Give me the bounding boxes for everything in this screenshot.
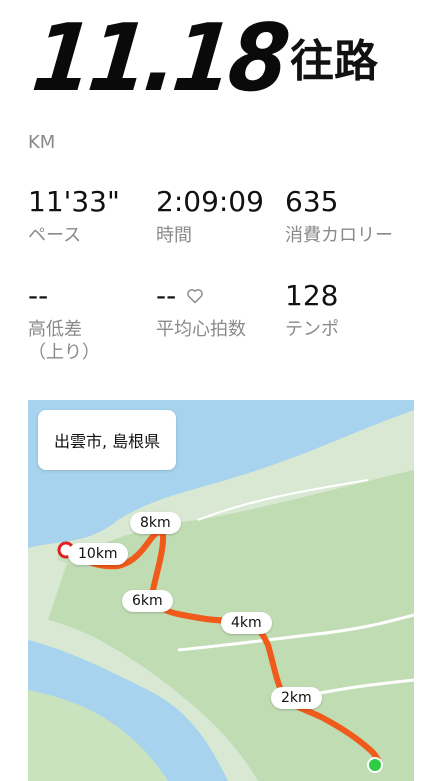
km-marker-4: 4km	[221, 612, 272, 634]
stat-elevation: -- 高低差 （上り）	[28, 282, 100, 365]
km-marker-10: 10km	[68, 543, 128, 565]
distance-unit: KM	[28, 132, 56, 153]
pace-value: 11'33"	[28, 185, 120, 218]
time-label: 時間	[156, 225, 192, 246]
calories-value: 635	[285, 185, 339, 218]
km-marker-6: 6km	[122, 590, 173, 612]
route-label: 往路	[290, 36, 378, 87]
cadence-value: 128	[285, 279, 339, 312]
km-marker-2: 2km	[271, 687, 322, 709]
cadence-label: テンポ	[285, 319, 339, 340]
km-marker-8: 8km	[130, 512, 181, 534]
elevation-value: --	[28, 279, 49, 312]
elevation-label: 高低差 （上り）	[28, 319, 100, 364]
time-value: 2:09:09	[156, 185, 264, 218]
stat-time: 2:09:09 時間	[156, 188, 264, 247]
summary-header: 11.18 往路	[0, 0, 444, 130]
heart-outline-icon	[187, 289, 204, 304]
stat-cadence: 128 テンポ	[285, 282, 339, 341]
heart-rate-label: 平均心拍数	[156, 319, 246, 340]
start-marker	[367, 757, 383, 773]
heart-rate-value: --	[156, 279, 177, 312]
calories-label: 消費カロリー	[285, 225, 393, 246]
location-label: 出雲市, 島根県	[38, 410, 177, 470]
stat-heart-rate: -- 平均心拍数	[156, 282, 246, 341]
distance-value: 11.18	[27, 4, 291, 113]
stat-pace: 11'33" ペース	[28, 188, 120, 247]
heart-rate-value-row: --	[156, 282, 246, 310]
pace-label: ペース	[28, 225, 82, 246]
route-map[interactable]: 出雲市, 島根県 8km 10km 6km 4km 2km	[28, 400, 414, 781]
stat-calories: 635 消費カロリー	[285, 188, 393, 247]
